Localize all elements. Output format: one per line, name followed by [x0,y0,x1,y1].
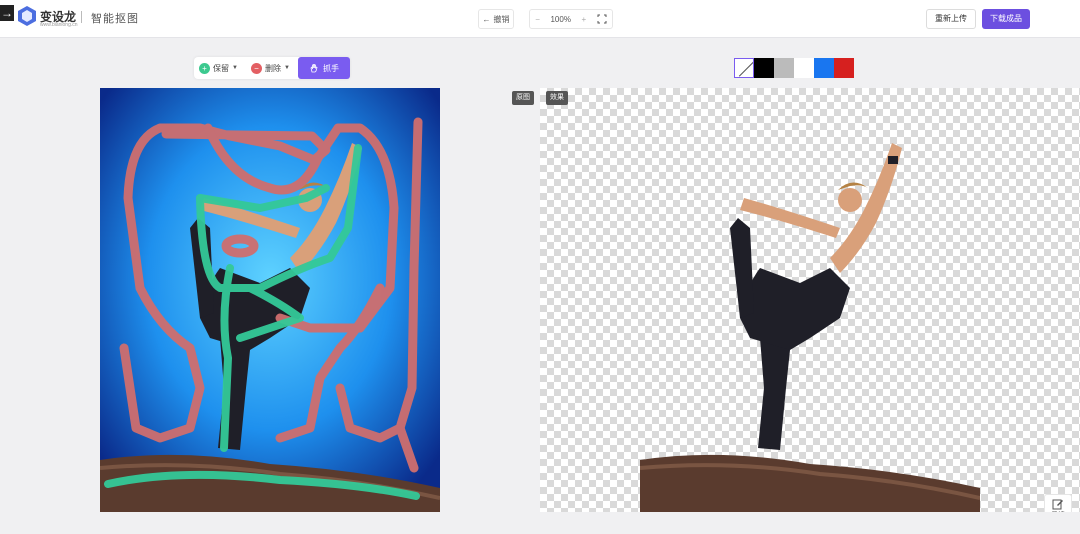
download-button[interactable]: 下载成品 [982,9,1030,29]
erase-label: 删除 [265,63,281,73]
reupload-button[interactable]: 重新上传 [926,9,976,29]
keep-brush-dropdown[interactable]: + 保留 ▼ [199,57,238,79]
original-image[interactable] [100,88,440,512]
erase-brush-dropdown[interactable]: − 删除 ▼ [251,57,290,79]
brand-url: www.bianlong.cn [40,22,78,28]
zoom-control: − 100% + [529,9,613,29]
chevron-down-icon: ▼ [232,65,238,71]
swatch-black[interactable] [754,58,774,78]
edit-icon [1052,499,1063,510]
swatch-white[interactable] [794,58,814,78]
swatch-red[interactable] [834,58,854,78]
title-divider [81,11,82,23]
swatch-gray[interactable] [774,58,794,78]
result-image[interactable] [640,88,980,512]
keep-label: 保留 [213,63,229,73]
fullscreen-icon[interactable] [597,14,607,24]
zoom-value: 100% [550,14,571,24]
background-swatches [734,58,854,78]
swatch-transparent[interactable] [734,58,754,78]
keep-plus-icon: + [199,62,210,74]
hand-tool-button[interactable]: 抓手 [298,57,350,79]
undo-arrow-icon: ← [482,14,491,24]
logo-icon [18,6,36,26]
hand-label: 抓手 [323,63,339,73]
undo-button[interactable]: ← 撤销 [478,9,514,29]
zoom-out-button[interactable]: − [535,15,540,24]
back-icon[interactable]: → [0,5,14,21]
original-canvas-pane [0,88,540,512]
page-title: 智能抠图 [91,13,139,25]
zoom-in-button[interactable]: + [582,15,587,24]
result-tag: 效果 [546,91,568,105]
hand-icon [310,64,318,73]
result-canvas-pane [540,88,1080,512]
swatch-blue[interactable] [814,58,834,78]
chevron-down-icon: ▼ [284,65,290,71]
undo-label: 撤销 [493,14,510,24]
brush-toolbar: + 保留 ▼ − 删除 ▼ 抓手 [194,57,350,79]
erase-minus-icon: − [251,62,262,74]
top-header: → 变设龙 www.bianlong.cn 智能抠图 ← 撤销 − 100% +… [0,0,1080,38]
bottom-bar [0,512,1080,534]
original-tag: 原图 [512,91,534,105]
